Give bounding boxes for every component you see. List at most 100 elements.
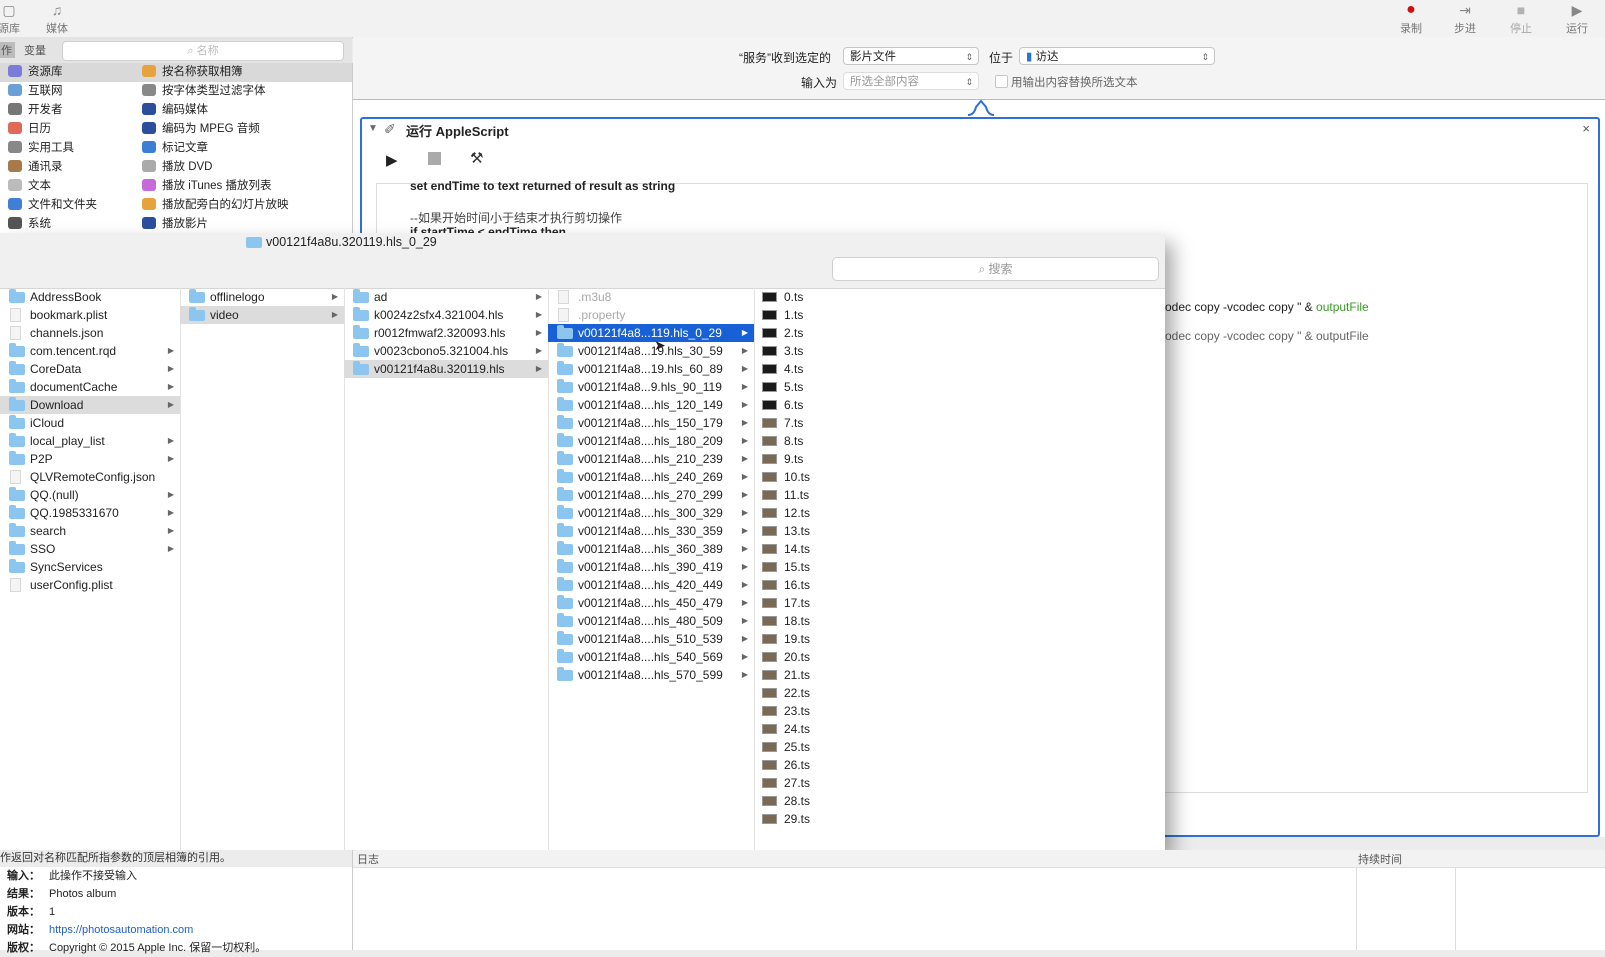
- tab-variables[interactable]: 变量: [24, 42, 46, 58]
- folder-row[interactable]: v00121f4a8...19.hls_60_89 ▶: [548, 360, 754, 378]
- folder-row[interactable]: search ▶: [0, 522, 180, 540]
- folder-row[interactable]: v00121f4a8...19.hls_30_59 ▶: [548, 342, 754, 360]
- collapse-triangle-icon[interactable]: ▼: [368, 123, 378, 134]
- library-search-input[interactable]: ⌕ 名称: [62, 41, 344, 61]
- category-item[interactable]: 互联网: [0, 82, 134, 101]
- stop-button[interactable]: ■ 停止: [1498, 0, 1544, 36]
- file-row[interactable]: .property: [548, 306, 754, 324]
- category-item[interactable]: 开发者: [0, 101, 134, 120]
- folder-row[interactable]: com.tencent.rqd ▶: [0, 342, 180, 360]
- close-icon[interactable]: ×: [1582, 121, 1590, 136]
- ts-file-row[interactable]: 10.ts: [754, 468, 1165, 486]
- action-item[interactable]: 播放影片: [134, 215, 352, 234]
- input-popup[interactable]: 所选全部内容 ⇕: [843, 72, 979, 90]
- ts-file-row[interactable]: 17.ts: [754, 594, 1165, 612]
- ts-file-row[interactable]: 9.ts: [754, 450, 1165, 468]
- step-button[interactable]: ⇥ 步进: [1442, 0, 1488, 36]
- record-button[interactable]: ● 录制: [1388, 0, 1434, 36]
- folder-row[interactable]: Download ▶: [0, 396, 180, 414]
- tab-actions[interactable]: 作: [0, 42, 15, 58]
- folder-row[interactable]: v00121f4a8....hls_480_509 ▶: [548, 612, 754, 630]
- action-item[interactable]: 按名称获取相簿: [134, 63, 352, 82]
- receive-type-popup[interactable]: 影片文件 ⇕: [843, 47, 979, 65]
- ts-file-row[interactable]: 27.ts: [754, 774, 1165, 792]
- folder-row[interactable]: v00121f4a8....hls_450_479 ▶: [548, 594, 754, 612]
- ts-file-row[interactable]: 23.ts: [754, 702, 1165, 720]
- category-item[interactable]: 文本: [0, 177, 134, 196]
- ts-file-row[interactable]: 11.ts: [754, 486, 1165, 504]
- folder-row[interactable]: v00121f4a8....hls_300_329 ▶: [548, 504, 754, 522]
- folder-row[interactable]: v00121f4a8....hls_420_449 ▶: [548, 576, 754, 594]
- folder-row[interactable]: video ▶: [180, 306, 344, 324]
- folder-row[interactable]: P2P ▶: [0, 450, 180, 468]
- ts-file-row[interactable]: 8.ts: [754, 432, 1165, 450]
- ts-file-row[interactable]: 12.ts: [754, 504, 1165, 522]
- folder-row[interactable]: v00121f4a8....hls_180_209 ▶: [548, 432, 754, 450]
- website-link[interactable]: https://photosautomation.com: [48, 921, 267, 939]
- ts-file-row[interactable]: 5.ts: [754, 378, 1165, 396]
- action-item[interactable]: 按字体类型过滤字体: [134, 82, 352, 101]
- folder-row[interactable]: SyncServices: [0, 558, 180, 576]
- category-item[interactable]: 文件和文件夹: [0, 196, 134, 215]
- action-item[interactable]: 播放 DVD: [134, 158, 352, 177]
- action-item[interactable]: 标记文章: [134, 139, 352, 158]
- action-item[interactable]: 播放配旁白的幻灯片放映: [134, 196, 352, 215]
- ts-file-row[interactable]: 15.ts: [754, 558, 1165, 576]
- ts-file-row[interactable]: 6.ts: [754, 396, 1165, 414]
- ts-file-row[interactable]: 1.ts: [754, 306, 1165, 324]
- folder-row[interactable]: AddressBook: [0, 288, 180, 306]
- ts-file-row[interactable]: 25.ts: [754, 738, 1165, 756]
- run-script-icon[interactable]: ▶: [386, 151, 398, 169]
- folder-row[interactable]: ad ▶: [344, 288, 548, 306]
- action-item[interactable]: 编码媒体: [134, 101, 352, 120]
- folder-row[interactable]: v00121f4a8....hls_570_599 ▶: [548, 666, 754, 684]
- category-item[interactable]: 系统: [0, 215, 134, 234]
- folder-row[interactable]: documentCache ▶: [0, 378, 180, 396]
- ts-file-row[interactable]: 26.ts: [754, 756, 1165, 774]
- ts-file-row[interactable]: 13.ts: [754, 522, 1165, 540]
- folder-row[interactable]: v0023cbono5.321004.hls ▶: [344, 342, 548, 360]
- action-item[interactable]: 播放 iTunes 播放列表: [134, 177, 352, 196]
- ts-file-row[interactable]: 0.ts: [754, 288, 1165, 306]
- category-item[interactable]: 通讯录: [0, 158, 134, 177]
- folder-row[interactable]: v00121f4a8u.320119.hls ▶: [344, 360, 548, 378]
- ts-file-row[interactable]: 24.ts: [754, 720, 1165, 738]
- folder-row[interactable]: v00121f4a8....hls_270_299 ▶: [548, 486, 754, 504]
- folder-row[interactable]: v00121f4a8....hls_120_149 ▶: [548, 396, 754, 414]
- folder-row[interactable]: offlinelogo ▶: [180, 288, 344, 306]
- ts-file-row[interactable]: 7.ts: [754, 414, 1165, 432]
- ts-file-row[interactable]: 16.ts: [754, 576, 1165, 594]
- action-item[interactable]: 编码为 MPEG 音频: [134, 120, 352, 139]
- ts-file-row[interactable]: 20.ts: [754, 648, 1165, 666]
- location-popup[interactable]: ▮ 访达 ⇕: [1019, 47, 1215, 65]
- replace-text-checkbox[interactable]: [995, 75, 1008, 88]
- ts-file-row[interactable]: 28.ts: [754, 792, 1165, 810]
- folder-row[interactable]: v00121f4a8...119.hls_0_29 ▶: [548, 324, 754, 342]
- folder-row[interactable]: v00121f4a8....hls_510_539 ▶: [548, 630, 754, 648]
- ts-file-row[interactable]: 22.ts: [754, 684, 1165, 702]
- folder-row[interactable]: QQ.1985331670 ▶: [0, 504, 180, 522]
- folder-row[interactable]: v00121f4a8....hls_150_179 ▶: [548, 414, 754, 432]
- folder-row[interactable]: SSO ▶: [0, 540, 180, 558]
- folder-row[interactable]: iCloud: [0, 414, 180, 432]
- folder-row[interactable]: k0024z2sfx4.321004.hls ▶: [344, 306, 548, 324]
- folder-row[interactable]: QQ.(null) ▶: [0, 486, 180, 504]
- ts-file-row[interactable]: 21.ts: [754, 666, 1165, 684]
- hammer-compile-icon[interactable]: ⚒: [470, 149, 483, 167]
- folder-row[interactable]: r0012fmwaf2.320093.hls ▶: [344, 324, 548, 342]
- category-item[interactable]: 日历: [0, 120, 134, 139]
- stop-script-icon[interactable]: [428, 152, 441, 165]
- folder-row[interactable]: v00121f4a8....hls_240_269 ▶: [548, 468, 754, 486]
- ts-file-row[interactable]: 29.ts: [754, 810, 1165, 828]
- folder-row[interactable]: v00121f4a8....hls_210_239 ▶: [548, 450, 754, 468]
- category-item[interactable]: 资源库: [0, 63, 134, 82]
- category-item[interactable]: 实用工具: [0, 139, 134, 158]
- folder-row[interactable]: v00121f4a8....hls_360_389 ▶: [548, 540, 754, 558]
- folder-row[interactable]: v00121f4a8...9.hls_90_119 ▶: [548, 378, 754, 396]
- file-row[interactable]: QLVRemoteConfig.json: [0, 468, 180, 486]
- folder-row[interactable]: v00121f4a8....hls_390_419 ▶: [548, 558, 754, 576]
- ts-file-row[interactable]: 3.ts: [754, 342, 1165, 360]
- folder-row[interactable]: local_play_list ▶: [0, 432, 180, 450]
- folder-row[interactable]: v00121f4a8....hls_540_569 ▶: [548, 648, 754, 666]
- folder-row[interactable]: CoreData ▶: [0, 360, 180, 378]
